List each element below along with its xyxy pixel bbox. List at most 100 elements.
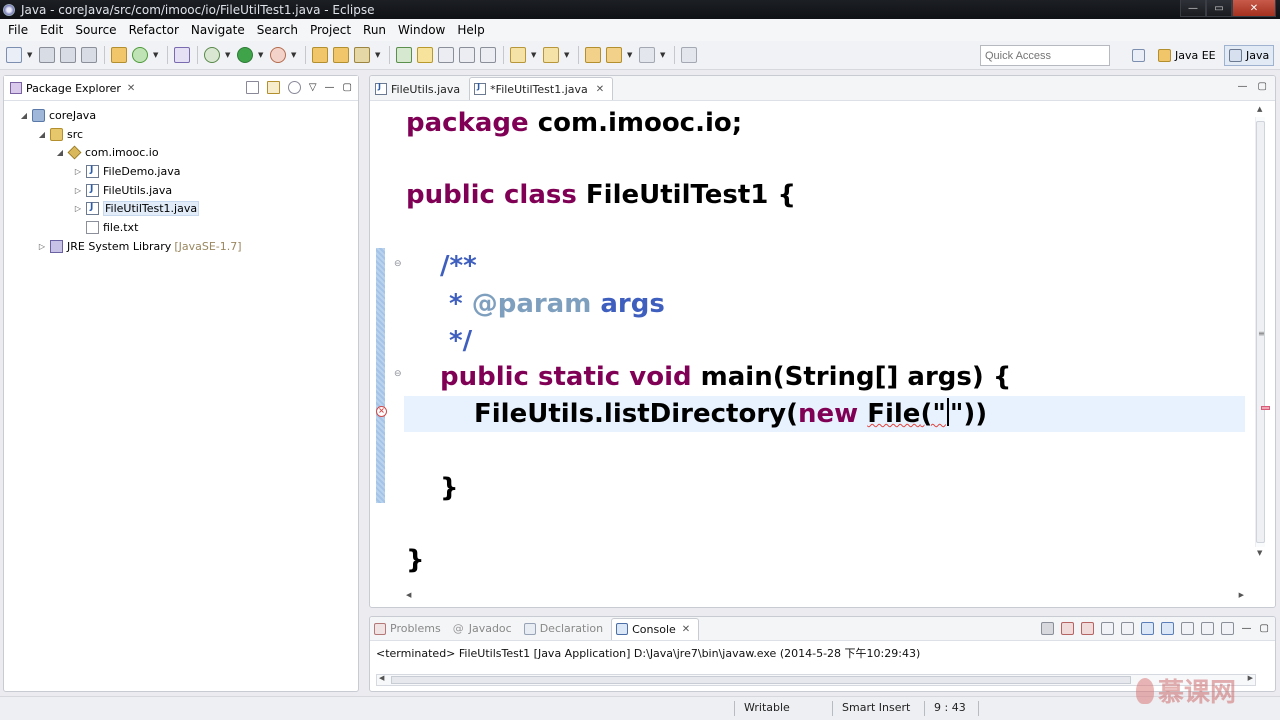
close-button[interactable]: ✕ [1232, 0, 1276, 17]
minimize-view-icon[interactable]: — [1238, 81, 1248, 92]
maximize-view-icon[interactable]: ▢ [343, 82, 352, 93]
toggle-mark-icon[interactable] [396, 47, 412, 63]
previous-annotation-icon[interactable] [543, 47, 559, 63]
tab-package-explorer[interactable]: Package Explorer ✕ [4, 76, 141, 101]
maximize-view-icon[interactable]: ▢ [1258, 81, 1267, 92]
link-with-editor-icon[interactable] [266, 81, 280, 94]
expand-down-icon[interactable]: ◢ [37, 130, 47, 139]
fold-collapse-icon[interactable]: ⊖ [394, 259, 402, 269]
tree-item-jre-library[interactable]: ▷ JRE System Library [JavaSE-1.7] [4, 237, 358, 256]
expand-right-icon[interactable]: ▷ [73, 204, 83, 213]
package-folder-icon[interactable] [333, 47, 349, 63]
tree-item-project[interactable]: ◢ coreJava [4, 106, 358, 125]
expand-down-icon[interactable]: ◢ [19, 111, 29, 120]
tab-fileutils-java[interactable]: FileUtils.java [370, 77, 469, 100]
scroll-up-icon[interactable]: ▲ [1257, 105, 1262, 113]
chevron-down-icon[interactable]: ▼ [27, 51, 33, 59]
minimize-view-icon[interactable]: — [1242, 623, 1252, 634]
debug-icon[interactable] [204, 47, 220, 63]
terminate-icon[interactable] [1040, 622, 1054, 635]
clear-console-icon[interactable] [1100, 622, 1114, 635]
menu-source[interactable]: Source [69, 23, 122, 37]
close-icon[interactable]: ✕ [682, 624, 690, 635]
show-whitespace-icon[interactable] [459, 47, 475, 63]
last-edit-icon[interactable] [585, 47, 601, 63]
menu-file[interactable]: File [2, 23, 34, 37]
run-icon[interactable] [237, 47, 253, 63]
pin-console-icon[interactable] [1180, 622, 1194, 635]
chevron-down-icon[interactable]: ▼ [258, 51, 264, 59]
pencil-icon[interactable] [354, 47, 370, 63]
menu-run[interactable]: Run [357, 23, 392, 37]
tree-item-fileutiltest1[interactable]: ▷ FileUtilTest1.java [4, 199, 358, 218]
minimize-view-icon[interactable]: — [325, 82, 335, 93]
chevron-down-icon[interactable]: ▼ [531, 51, 537, 59]
scroll-lock-icon[interactable] [1120, 622, 1134, 635]
scroll-right-icon[interactable]: ▶ [1248, 674, 1253, 682]
open-folder-icon[interactable] [312, 47, 328, 63]
remove-all-terminated-icon[interactable] [1080, 622, 1094, 635]
tab-declaration[interactable]: Declaration [520, 618, 611, 640]
close-icon[interactable]: ✕ [596, 84, 604, 95]
tab-problems[interactable]: Problems [370, 618, 449, 640]
menu-window[interactable]: Window [392, 23, 451, 37]
show-on-stdout-icon[interactable] [1140, 622, 1154, 635]
chevron-down-icon[interactable]: ▼ [375, 51, 381, 59]
quick-access-input[interactable] [980, 45, 1110, 66]
paragraph-icon[interactable] [480, 47, 496, 63]
tab-console[interactable]: Console ✕ [611, 617, 700, 640]
back-icon[interactable] [606, 47, 622, 63]
external-tools-icon[interactable] [270, 47, 286, 63]
refresh-icon[interactable] [132, 47, 148, 63]
open-console-icon[interactable] [1220, 622, 1234, 635]
print-icon[interactable] [81, 47, 97, 63]
focus-icon[interactable] [287, 81, 301, 94]
display-console-icon[interactable] [1200, 622, 1214, 635]
editor-horizontal-scrollbar[interactable]: ◀ ▶ [406, 591, 1244, 605]
open-type-icon[interactable] [111, 47, 127, 63]
expand-down-icon[interactable]: ◢ [55, 148, 65, 157]
fold-collapse-icon[interactable]: ⊖ [394, 369, 402, 379]
expand-right-icon[interactable]: ▷ [73, 167, 83, 176]
new-icon[interactable] [6, 47, 22, 63]
tree-item-src[interactable]: ◢ src [4, 125, 358, 144]
close-icon[interactable]: ✕ [127, 83, 135, 94]
tree-item-filedemo[interactable]: ▷ FileDemo.java [4, 162, 358, 181]
tool-icon[interactable] [174, 47, 190, 63]
chevron-down-icon[interactable]: ▼ [291, 51, 297, 59]
chevron-down-icon[interactable]: ▼ [225, 51, 231, 59]
editor-text-area[interactable]: ⊖ ⊖ × package com.imooc.io; public class… [370, 101, 1275, 607]
next-annotation-icon[interactable] [510, 47, 526, 63]
chevron-down-icon[interactable]: ▼ [627, 51, 633, 59]
tree-item-file-txt[interactable]: file.txt [4, 218, 358, 237]
scrollbar-thumb[interactable] [391, 676, 1131, 684]
chevron-down-icon[interactable]: ▼ [564, 51, 570, 59]
show-on-stderr-icon[interactable] [1160, 622, 1174, 635]
save-icon[interactable] [39, 47, 55, 63]
expand-right-icon[interactable]: ▷ [73, 186, 83, 195]
scroll-left-icon[interactable]: ◀ [379, 674, 384, 682]
menu-refactor[interactable]: Refactor [123, 23, 185, 37]
forward-icon[interactable] [639, 47, 655, 63]
minimize-button[interactable]: — [1180, 0, 1206, 17]
scroll-down-icon[interactable]: ▼ [1257, 549, 1262, 557]
perspective-java-ee[interactable]: Java EE [1154, 45, 1220, 66]
error-icon[interactable]: × [376, 406, 387, 417]
menu-navigate[interactable]: Navigate [185, 23, 251, 37]
chevron-down-icon[interactable]: ▼ [660, 51, 666, 59]
menu-search[interactable]: Search [251, 23, 304, 37]
remove-launch-icon[interactable] [1060, 622, 1074, 635]
block-select-icon[interactable] [438, 47, 454, 63]
tab-javadoc[interactable]: @ Javadoc [449, 618, 520, 640]
perspective-java[interactable]: Java [1224, 45, 1275, 66]
editor-vertical-scrollbar[interactable]: ▲ ▼ ≡ [1247, 101, 1275, 581]
expand-right-icon[interactable]: ▷ [37, 242, 47, 251]
save-all-icon[interactable] [60, 47, 76, 63]
scroll-left-icon[interactable]: ◀ [406, 591, 411, 599]
menu-project[interactable]: Project [304, 23, 357, 37]
scroll-right-icon[interactable]: ▶ [1239, 591, 1244, 599]
tree-item-fileutils[interactable]: ▷ FileUtils.java [4, 181, 358, 200]
console-horizontal-scrollbar[interactable]: ◀ ▶ [376, 674, 1256, 686]
collapse-all-icon[interactable] [245, 81, 259, 94]
maximize-view-icon[interactable]: ▢ [1260, 623, 1269, 634]
